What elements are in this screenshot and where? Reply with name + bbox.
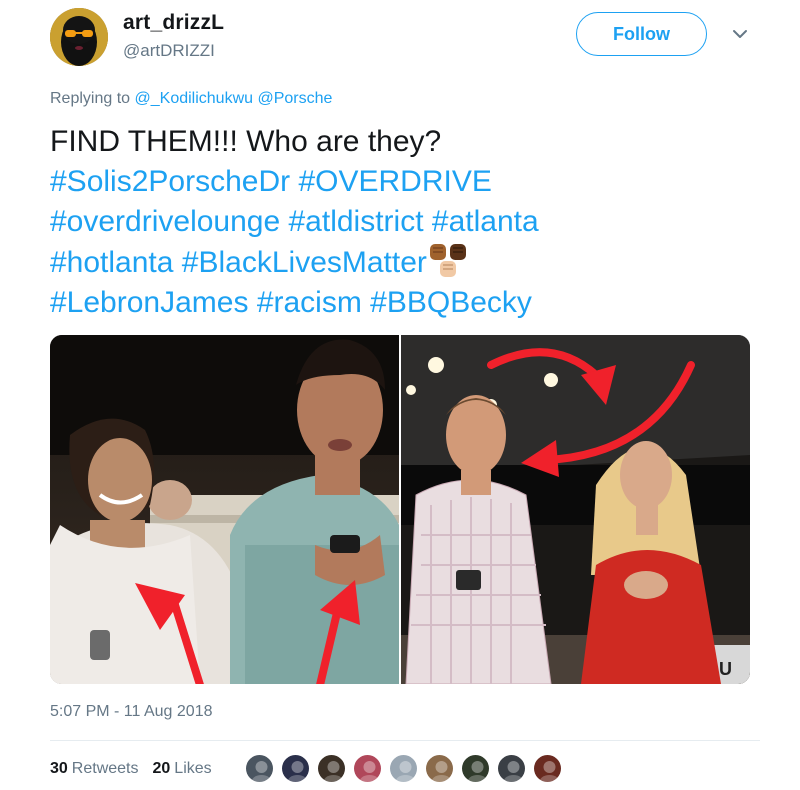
tweet-line: #LebronJames #racism #BBQBecky — [50, 283, 770, 323]
liker-avatar[interactable] — [244, 753, 275, 784]
liker-avatar[interactable] — [532, 753, 563, 784]
sign-letter: U — [719, 659, 732, 679]
reply-context: Replying to @_Kodilichukwu @Porsche — [50, 90, 332, 108]
tweet-text-segment — [280, 205, 288, 238]
hashtag-link[interactable]: #racism — [257, 286, 362, 319]
hashtag-link[interactable]: #OVERDRIVE — [298, 165, 491, 198]
hashtag-link[interactable]: #BBQBecky — [370, 286, 532, 319]
follow-button[interactable]: Follow — [576, 12, 707, 56]
liker-avatar[interactable] — [496, 753, 527, 784]
liker-avatar[interactable] — [352, 753, 383, 784]
hashtag-link[interactable]: #BlackLivesMatter — [182, 246, 427, 279]
divider — [50, 740, 760, 741]
retweets-label: Retweets — [71, 760, 139, 777]
tweet-text-segment: FIND THEM!!! Who are they? — [50, 125, 442, 158]
tweet-line: #hotlanta #BlackLivesMatter — [50, 242, 770, 283]
retweets-count: 30 — [50, 760, 68, 777]
hashtag-link[interactable]: #LebronJames — [50, 286, 248, 319]
likes-label: Likes — [174, 760, 212, 777]
reply-prefix: Replying to — [50, 90, 131, 107]
tweet-timestamp[interactable]: 5:07 PM - 11 Aug 2018 — [50, 703, 212, 721]
mention-link[interactable]: @Porsche — [257, 90, 332, 107]
tweet-text-segment — [362, 286, 370, 319]
photo-left[interactable] — [50, 335, 399, 684]
tweet-text-segment — [173, 246, 181, 279]
photo-right[interactable]: U — [401, 335, 750, 684]
hashtag-link[interactable]: #Solis2PorscheDr — [50, 165, 290, 198]
tweet-text: FIND THEM!!! Who are they? #Solis2Porsche… — [50, 122, 770, 323]
liker-avatar[interactable] — [424, 753, 455, 784]
hashtag-link[interactable]: #hotlanta — [50, 246, 173, 279]
likes-count: 20 — [152, 760, 171, 777]
tweet-line: #overdrivelounge #atldistrict #atlanta — [50, 202, 770, 242]
likes-stat[interactable]: 20 Likes — [153, 760, 212, 778]
hashtag-link[interactable]: #overdrivelounge — [50, 205, 280, 238]
author-avatar[interactable] — [50, 8, 108, 66]
mention-link[interactable]: @_Kodilichukwu — [135, 90, 254, 107]
liker-avatars — [244, 753, 563, 784]
liker-avatar[interactable] — [316, 753, 347, 784]
hashtag-link[interactable]: #atldistrict — [289, 205, 424, 238]
liker-avatar[interactable] — [388, 753, 419, 784]
tweet-text-segment — [424, 205, 432, 238]
hashtag-link[interactable]: #atlanta — [432, 205, 539, 238]
media-grid[interactable]: U — [50, 335, 750, 684]
tweet-text-segment — [248, 286, 256, 319]
tweet-header: art_drizzL @artDRIZZI Follow — [50, 4, 760, 68]
liker-avatar[interactable] — [460, 753, 491, 784]
retweets-stat[interactable]: 30 Retweets — [50, 760, 139, 778]
liker-avatar[interactable] — [280, 753, 311, 784]
chevron-down-icon[interactable] — [730, 24, 750, 44]
author-name[interactable]: art_drizzL — [123, 11, 224, 35]
tweet-line: #Solis2PorscheDr #OVERDRIVE — [50, 162, 770, 202]
tweet-stats: 30 Retweets 20 Likes — [50, 760, 212, 778]
author-handle[interactable]: @artDRIZZI — [123, 41, 215, 61]
tweet-line: FIND THEM!!! Who are they? — [50, 122, 770, 162]
raised-fist-icon — [429, 244, 466, 277]
